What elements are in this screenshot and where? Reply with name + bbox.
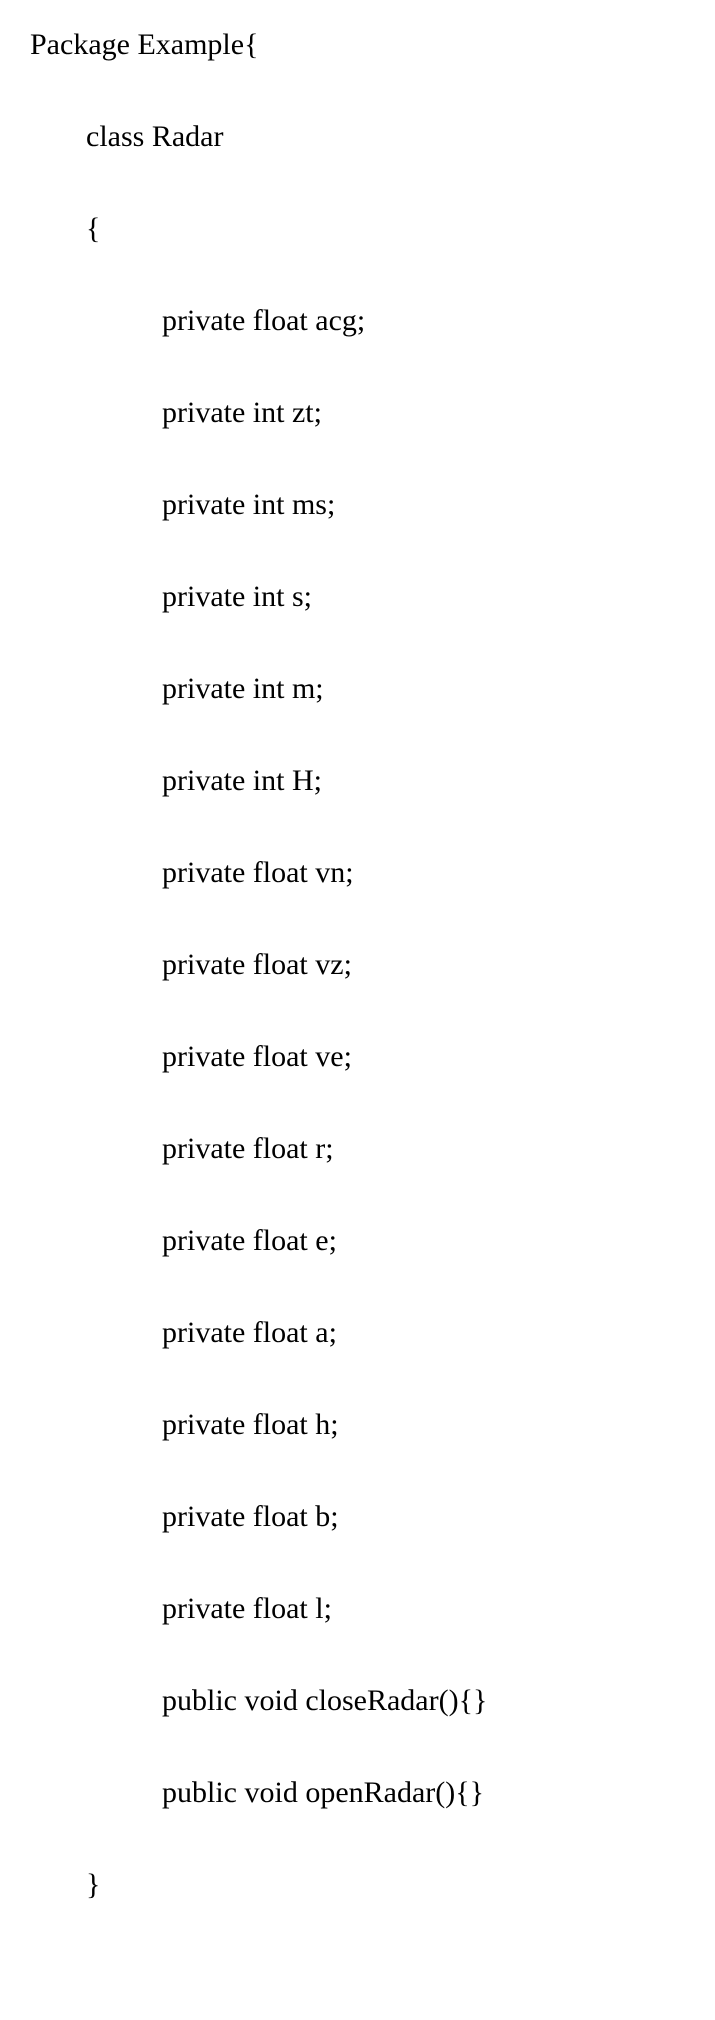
code-line: private float h; [30,1410,695,1440]
code-line: private float l; [30,1594,695,1624]
code-line: private float r; [30,1134,695,1164]
code-document: Package Example{ class Radar { private f… [0,0,715,2020]
code-line: class Radar [30,122,695,152]
code-line: private float b; [30,1502,695,1532]
code-line: private int zt; [30,398,695,428]
code-line: private float e; [30,1226,695,1256]
code-line: private int H; [30,766,695,796]
code-line: public void closeRadar(){} [30,1686,695,1716]
code-line: Package Example{ [30,30,695,60]
code-line: } [30,1870,695,1900]
code-line: public void openRadar(){} [30,1778,695,1808]
code-line: private float ve; [30,1042,695,1072]
code-line: private int m; [30,674,695,704]
code-line: { [30,214,695,244]
code-line: private float vz; [30,950,695,980]
code-line: private float vn; [30,858,695,888]
code-line: private int s; [30,582,695,612]
code-line: private float acg; [30,306,695,336]
code-line: private float a; [30,1318,695,1348]
code-line: private int ms; [30,490,695,520]
